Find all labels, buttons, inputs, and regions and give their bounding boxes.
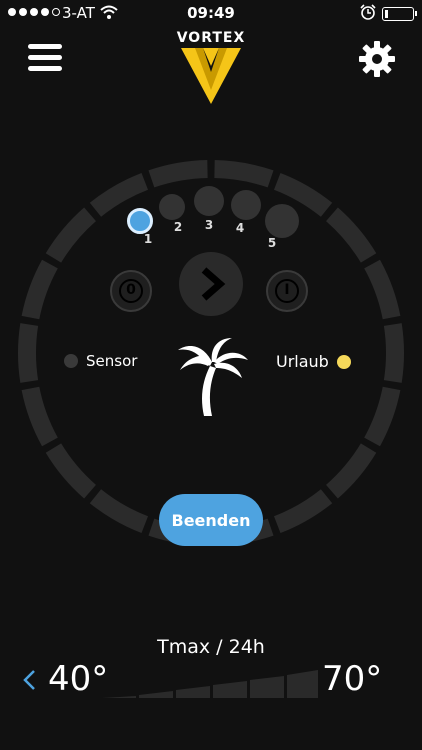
- dial-segment: [364, 386, 401, 447]
- dial-segment: [383, 323, 404, 383]
- step-5-button[interactable]: [265, 204, 299, 238]
- dial-segment: [18, 323, 39, 383]
- end-button[interactable]: Beenden: [159, 494, 263, 546]
- off-button[interactable]: 0: [110, 270, 152, 312]
- step-5-label: 5: [267, 236, 277, 250]
- menu-button[interactable]: [28, 44, 62, 72]
- temperature-high-value: 70°: [322, 659, 383, 699]
- holiday-label: Urlaub: [276, 352, 329, 371]
- temperature-slider[interactable]: [102, 668, 318, 700]
- step-4-label: 4: [235, 221, 245, 235]
- dial-segment: [148, 160, 208, 188]
- palm-tree-icon: [178, 338, 248, 416]
- settings-gear-icon[interactable]: [358, 40, 396, 78]
- next-step-button[interactable]: [179, 252, 243, 316]
- dial-segment: [45, 443, 96, 499]
- step-2-button[interactable]: [159, 194, 185, 220]
- dial-segment: [214, 160, 274, 188]
- dial-segment: [273, 489, 333, 534]
- step-1-label: 1: [143, 232, 153, 246]
- dial-segment: [45, 207, 96, 263]
- step-1-button[interactable]: [127, 208, 153, 234]
- step-2-label: 2: [173, 220, 183, 234]
- chevron-left-icon[interactable]: [18, 666, 42, 694]
- temperature-low-value: 40°: [48, 659, 109, 699]
- dial-segment: [326, 443, 377, 499]
- holiday-mode-option[interactable]: Urlaub: [276, 352, 351, 371]
- dial-segment: [364, 259, 401, 320]
- logo-emblem-icon: [181, 48, 241, 104]
- holiday-indicator: [336, 354, 351, 369]
- alarm-icon: [360, 4, 376, 20]
- step-4-button[interactable]: [231, 190, 261, 220]
- tmax-title: Tmax / 24h: [157, 636, 265, 658]
- dial-segment: [89, 489, 149, 534]
- step-3-button[interactable]: [194, 186, 224, 216]
- status-time: 09:49: [187, 4, 235, 22]
- dial-segment: [21, 386, 58, 447]
- sensor-mode-option[interactable]: Sensor: [64, 352, 137, 370]
- logo-text: VORTEX: [176, 30, 246, 46]
- chevron-right-icon: [201, 267, 226, 301]
- off-label: 0: [119, 279, 143, 303]
- sensor-label: Sensor: [86, 352, 138, 370]
- dial-segment: [21, 259, 58, 320]
- battery-icon: [382, 7, 417, 21]
- sensor-indicator: [64, 354, 78, 368]
- step-3-label: 3: [204, 218, 214, 232]
- on-button[interactable]: I: [266, 270, 308, 312]
- on-label: I: [275, 279, 299, 303]
- dial-segment: [326, 207, 377, 263]
- vortex-logo: VORTEX: [176, 30, 246, 110]
- status-bar: 3-AT 09:49: [0, 0, 422, 26]
